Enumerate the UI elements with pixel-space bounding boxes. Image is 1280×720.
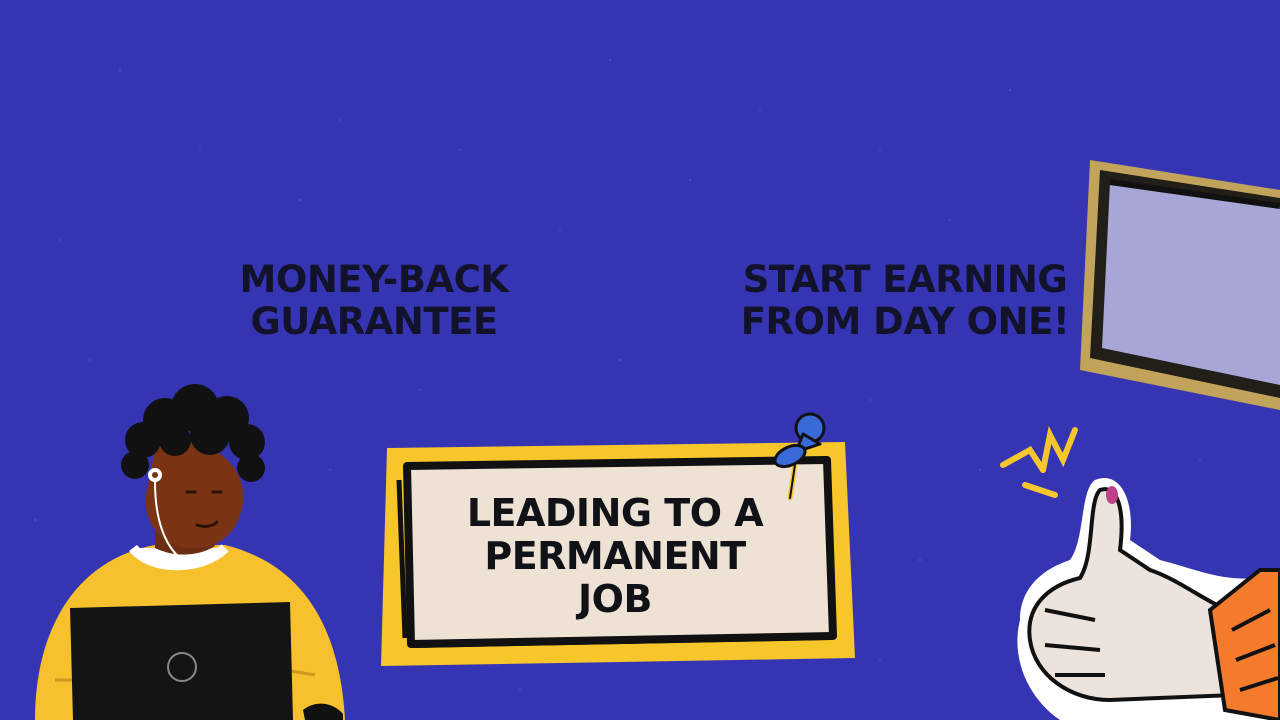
pushpin-icon	[773, 412, 826, 501]
headline-start-earning: START EARNING FROM DAY ONE!	[720, 259, 1090, 343]
callout-line-3: JOB	[578, 577, 652, 621]
tablet-frame-illustration	[1080, 160, 1280, 410]
headline-money-back-line-1: MONEY-BACK	[239, 258, 509, 301]
callout-line-2: PERMANENT	[484, 534, 746, 578]
headline-money-back-line-2: GUARANTEE	[250, 300, 498, 343]
callout-text: LEADING TO A PERMANENT JOB	[430, 492, 800, 621]
thumbs-up-hand-illustration	[1017, 478, 1280, 720]
headline-money-back-guarantee: MONEY-BACK GUARANTEE	[224, 259, 524, 343]
callout-line-1: LEADING TO A	[466, 491, 764, 535]
person-with-laptop-illustration	[35, 384, 345, 720]
headline-start-earning-line-1: START EARNING	[742, 258, 1068, 301]
headline-start-earning-line-2: FROM DAY ONE!	[740, 300, 1070, 343]
